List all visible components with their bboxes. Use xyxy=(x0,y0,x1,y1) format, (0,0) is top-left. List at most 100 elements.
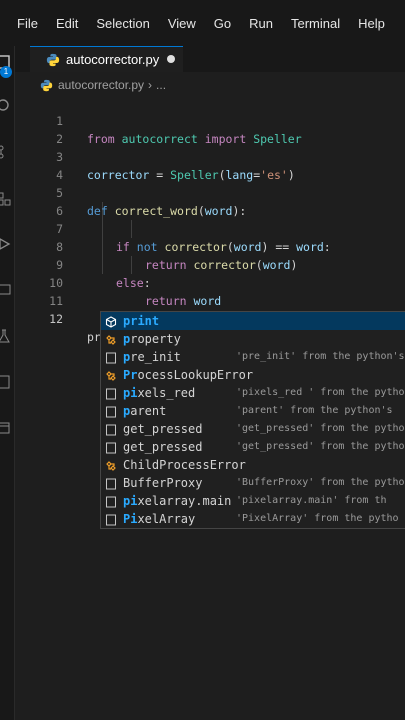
suggestion-item[interactable]: ProcessLookupError xyxy=(101,366,405,384)
suggestion-label: ChildProcessError xyxy=(123,456,246,474)
line-number: 12 xyxy=(49,312,63,326)
text-icon xyxy=(105,351,117,364)
suggestion-label: property xyxy=(123,330,181,348)
tab-label: autocorrector.py xyxy=(66,52,160,67)
suggestion-rest: re_init xyxy=(130,350,181,364)
indent-guide xyxy=(131,220,132,238)
suggestion-item[interactable]: parent 'parent' from the python's xyxy=(101,402,405,420)
suggestion-label: print xyxy=(123,312,159,330)
token: Speller xyxy=(170,168,219,182)
menu-go[interactable]: Go xyxy=(214,16,231,31)
code-line: 2 xyxy=(15,112,63,146)
token: not xyxy=(136,240,158,254)
class-icon xyxy=(105,459,117,471)
text-icon xyxy=(105,423,117,436)
token: ): xyxy=(232,204,247,218)
search-icon[interactable] xyxy=(0,98,12,114)
text-icon xyxy=(105,387,117,400)
suggestion-item[interactable]: pixels_red 'pixels_red ' from the pytho xyxy=(101,384,405,402)
text-icon xyxy=(105,441,117,454)
suggestion-detail: 'PixelArray' from the pytho xyxy=(236,513,399,524)
book-icon[interactable] xyxy=(0,420,12,436)
run-debug-icon[interactable] xyxy=(0,236,12,252)
breadcrumb-file[interactable]: autocorrector.py xyxy=(58,78,144,92)
token: word xyxy=(193,294,222,308)
token: ( xyxy=(226,240,234,254)
suggestion-item[interactable]: pixelarray.main 'pixelarray.main' from th xyxy=(101,492,405,510)
suggestion-item[interactable]: property xyxy=(101,330,405,348)
code-line: 12 print xyxy=(15,292,124,345)
text-icon xyxy=(105,495,117,508)
text-icon xyxy=(105,405,117,418)
suggestion-widget: print property pre_init 'pre_init' from the… xyxy=(100,311,405,529)
menu-file[interactable]: File xyxy=(17,16,38,31)
suggestion-item[interactable]: print xyxy=(101,312,405,330)
suggestion-label: ProcessLookupError xyxy=(123,366,253,384)
token: : xyxy=(323,240,331,254)
suggestion-detail: 'parent' from the python's xyxy=(236,405,393,416)
code-line: 10 return word xyxy=(15,256,221,308)
token: 'es' xyxy=(260,168,288,182)
code-line: 5 def correct_word(word): xyxy=(15,166,246,218)
indent-guide xyxy=(131,256,132,274)
token: = xyxy=(149,168,171,182)
suggestion-rest: xels_red xyxy=(137,386,196,400)
docker-icon[interactable] xyxy=(0,374,12,390)
menu-edit[interactable]: Edit xyxy=(56,16,78,31)
suggestion-detail: 'get_pressed' from the pytho xyxy=(236,423,405,434)
token: return xyxy=(145,294,187,308)
menu-terminal[interactable]: Terminal xyxy=(291,16,340,31)
chevron-right-icon: › xyxy=(148,78,153,92)
suggestion-rest: arent xyxy=(130,404,167,418)
menu-run[interactable]: Run xyxy=(249,16,273,31)
unsaved-dot-icon[interactable] xyxy=(167,55,175,63)
suggestion-label: parent xyxy=(123,402,166,420)
suggestion-rest: xelarray.main xyxy=(137,494,232,508)
code-line: 9 else: xyxy=(15,238,151,290)
python-file-icon xyxy=(40,79,53,91)
cube-icon xyxy=(105,315,117,328)
class-icon xyxy=(105,369,117,381)
token: return xyxy=(145,258,187,272)
suggestion-rest: BufferProxy xyxy=(123,476,203,490)
token: corrector xyxy=(164,240,227,254)
suggestion-item[interactable]: get_pressed 'get_pressed' from the pytho xyxy=(101,420,405,438)
code-line: 8 return corrector(word) xyxy=(15,220,297,272)
suggestion-rest: get_pressed xyxy=(123,422,203,436)
token: else xyxy=(116,276,144,290)
token: ) xyxy=(287,168,295,182)
suggestion-match: pi xyxy=(123,386,138,400)
testing-icon[interactable] xyxy=(0,328,12,344)
suggestion-match: Pr xyxy=(123,368,138,382)
menu-selection[interactable]: Selection xyxy=(96,16,149,31)
suggestion-item[interactable]: ChildProcessError xyxy=(101,456,405,474)
remote-explorer-icon[interactable] xyxy=(0,282,12,298)
suggestion-detail: 'pixelarray.main' from th xyxy=(236,495,387,506)
menu-help[interactable]: Help xyxy=(358,16,385,31)
suggestion-match: Pi xyxy=(123,512,138,526)
suggestion-item[interactable]: get_pressed 'get_pressed' from the pytho xyxy=(101,438,405,456)
token: ( xyxy=(218,168,226,182)
suggestion-match: print xyxy=(123,314,160,328)
token: from xyxy=(87,132,115,146)
source-control-icon[interactable] xyxy=(0,144,12,160)
suggestion-label: get_pressed xyxy=(123,420,202,438)
token: ) xyxy=(290,258,298,272)
suggestion-item[interactable]: BufferProxy 'BufferProxy' from the pytho xyxy=(101,474,405,492)
extensions-icon[interactable] xyxy=(0,191,12,207)
menu-view[interactable]: View xyxy=(168,16,196,31)
class-icon xyxy=(105,333,117,345)
token: word xyxy=(204,204,233,218)
suggestion-detail: 'BufferProxy' from the pytho xyxy=(236,477,405,488)
breadcrumb-symbol[interactable]: ... xyxy=(156,78,166,92)
suggestion-item[interactable]: PixelArray 'PixelArray' from the pytho xyxy=(101,510,405,528)
tab-autocorrector[interactable]: autocorrector.py xyxy=(30,46,183,72)
suggestion-label: PixelArray xyxy=(123,510,195,528)
code-line: 1 from autocorrect import Speller xyxy=(15,94,302,146)
suggestion-item[interactable]: pre_init 'pre_init' from the python's xyxy=(101,348,405,366)
token: import xyxy=(204,132,247,146)
suggestion-match: pi xyxy=(123,494,138,508)
suggestion-rest: roperty xyxy=(130,332,181,346)
